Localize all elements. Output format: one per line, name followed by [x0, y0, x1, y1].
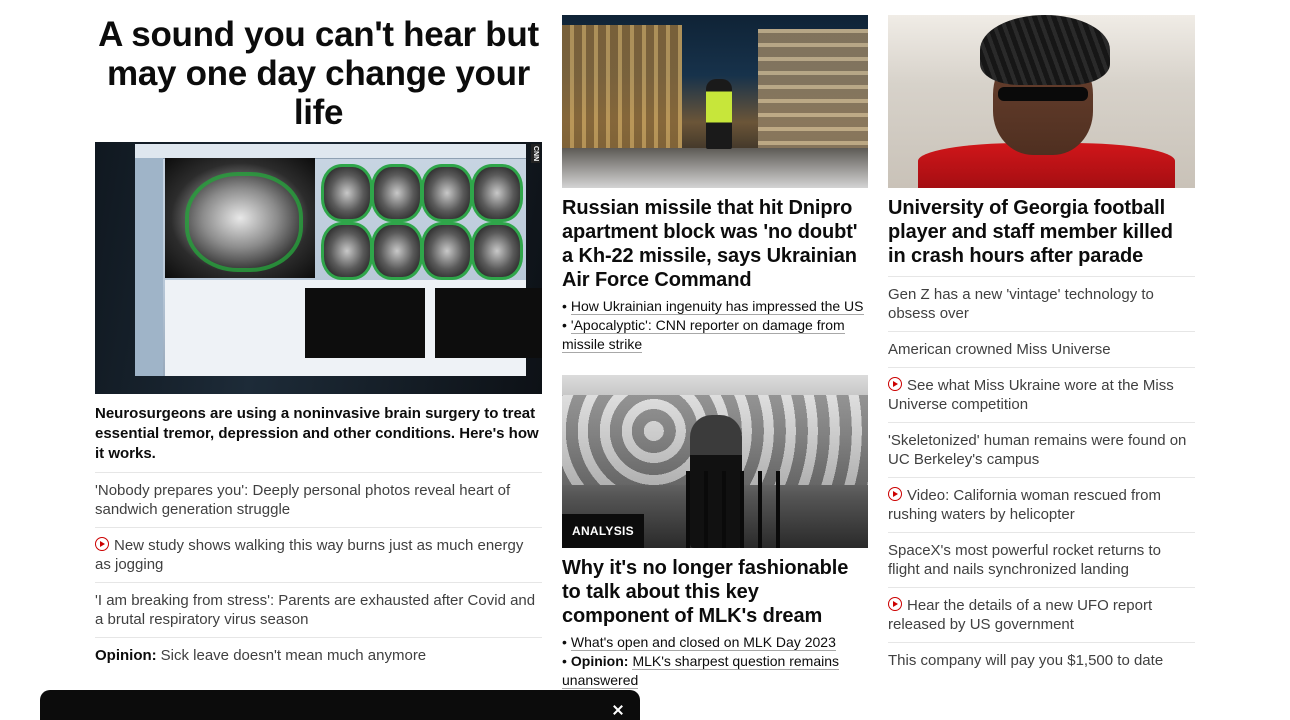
mlk-image[interactable]: Analysis: [562, 375, 868, 548]
play-icon: [95, 537, 109, 551]
list-item[interactable]: SpaceX's most powerful rocket returns to…: [888, 532, 1195, 587]
microphones: [672, 471, 782, 548]
list-item[interactable]: Gen Z has a new 'vintage' technology to …: [888, 276, 1195, 331]
list-item[interactable]: 'Skeletonized' human remains were found …: [888, 422, 1195, 477]
analysis-badge: Analysis: [562, 514, 644, 548]
list-item[interactable]: Hear the details of a new UFO report rel…: [888, 587, 1195, 642]
related-links: What's open and closed on MLK Day 2023 O…: [562, 633, 868, 690]
story-headline[interactable]: Russian missile that hit Dnipro apartmen…: [562, 196, 868, 292]
right-column: University of Georgia football player an…: [888, 15, 1195, 678]
mri-monitor: [135, 144, 542, 376]
list-item[interactable]: See what Miss Ukraine wore at the Miss U…: [888, 367, 1195, 422]
story-headline[interactable]: Why it's no longer fashionable to talk a…: [562, 556, 868, 628]
hero-headline[interactable]: A sound you can't hear but may one day c…: [95, 15, 542, 132]
story-headline[interactable]: University of Georgia football player an…: [888, 196, 1195, 268]
list-item[interactable]: American crowned Miss Universe: [888, 331, 1195, 367]
play-icon: [888, 597, 902, 611]
list-item[interactable]: 'I am breaking from stress': Parents are…: [95, 582, 542, 637]
right-headline-list: Gen Z has a new 'vintage' technology to …: [888, 276, 1195, 678]
related-link[interactable]: How Ukrainian ingenuity has impressed th…: [570, 298, 864, 315]
opinion-label: Opinion:: [95, 647, 157, 664]
hero-caption[interactable]: Neurosurgeons are using a noninvasive br…: [95, 404, 542, 464]
play-icon: [888, 377, 902, 391]
list-item[interactable]: 'Nobody prepares you': Deeply personal p…: [95, 472, 542, 527]
brain-scan: [165, 158, 315, 278]
dnipro-image[interactable]: [562, 15, 868, 188]
play-icon: [888, 487, 902, 501]
rescue-worker: [706, 79, 732, 149]
opinion-label: Opinion:: [570, 653, 629, 669]
middle-column: Russian missile that hit Dnipro apartmen…: [562, 15, 868, 690]
close-icon[interactable]: [612, 704, 624, 716]
floating-video-bar[interactable]: [40, 690, 640, 720]
left-headline-list: 'Nobody prepares you': Deeply personal p…: [95, 472, 542, 673]
football-player-image[interactable]: [888, 15, 1195, 188]
related-link[interactable]: What's open and closed on MLK Day 2023: [570, 634, 836, 651]
list-item[interactable]: Video: California woman rescued from rus…: [888, 477, 1195, 532]
hero-image[interactable]: CNN: [95, 142, 542, 394]
list-item[interactable]: Opinion: Sick leave doesn't mean much any…: [95, 637, 542, 673]
list-item[interactable]: New study shows walking this way burns j…: [95, 527, 542, 582]
related-links: How Ukrainian ingenuity has impressed th…: [562, 297, 868, 354]
related-link[interactable]: 'Apocalyptic': CNN reporter on damage fr…: [562, 317, 845, 353]
list-item[interactable]: This company will pay you $1,500 to date: [888, 642, 1195, 678]
hero-column: A sound you can't hear but may one day c…: [95, 15, 542, 673]
cnn-watermark: CNN: [531, 144, 540, 164]
